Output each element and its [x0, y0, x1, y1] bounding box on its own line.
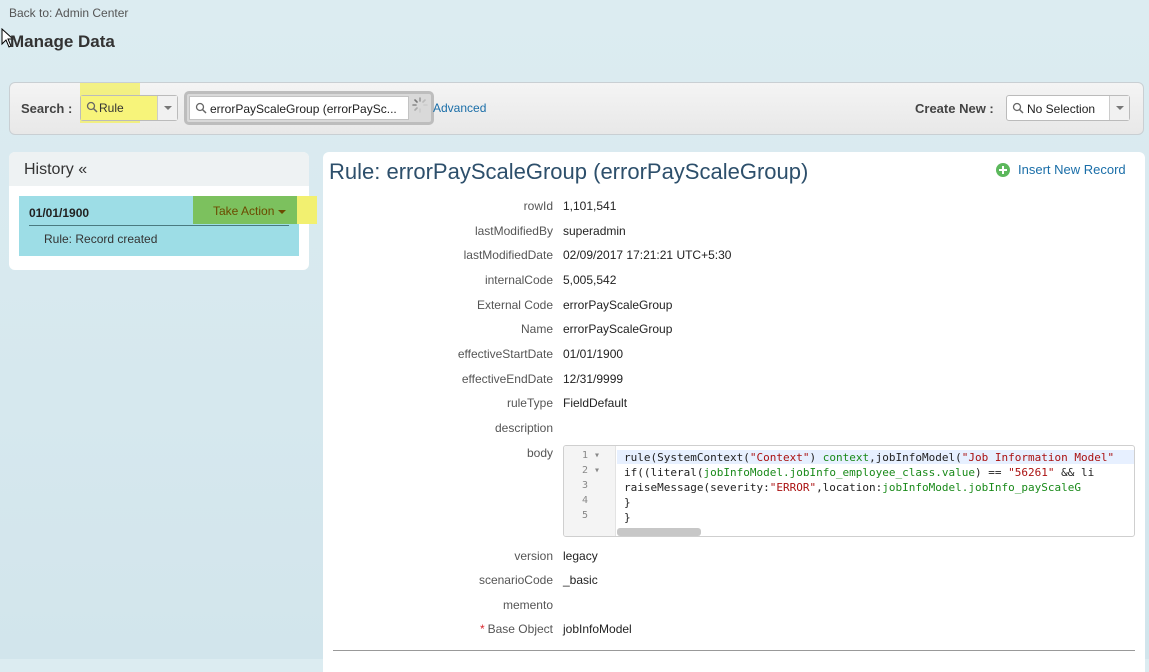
- page-title: Manage Data: [10, 32, 115, 51]
- record-search-value: errorPayScaleGroup (errorPaySc...: [210, 102, 397, 116]
- field-label-version: version: [514, 549, 553, 563]
- object-type-select[interactable]: Rule: [80, 95, 178, 121]
- field-value-baseobject: jobInfoModel: [563, 622, 632, 636]
- create-new-value: No Selection: [1027, 102, 1096, 116]
- field-value-effectivestartdate: 01/01/1900: [563, 347, 624, 361]
- insert-new-record-label: Insert New Record: [1018, 162, 1126, 177]
- history-header: History «: [9, 152, 309, 186]
- field-label-effectiveenddate: effectiveEndDate: [461, 372, 553, 386]
- record-search-input[interactable]: errorPayScaleGroup (errorPaySc...: [189, 96, 409, 120]
- code-line: rule(SystemContext("Context") context,jo…: [624, 451, 1115, 464]
- field-label-lastmodifiedby: lastModifiedBy: [474, 224, 553, 238]
- search-icon: [86, 101, 98, 113]
- search-icon: [195, 102, 207, 114]
- horizontal-scrollbar-thumb[interactable]: [617, 528, 701, 536]
- field-label-memento: memento: [502, 598, 553, 612]
- line-number: 5: [582, 510, 589, 521]
- history-title-collapse-toggle[interactable]: History «: [24, 161, 87, 179]
- rule-body-code-editor[interactable]: 1 ▾ 2 ▾ 3 4 5 rule(SystemContext("Contex…: [563, 445, 1135, 537]
- field-label-lastmodifieddate: lastModifiedDate: [463, 248, 553, 262]
- record-title: Rule: errorPayScaleGroup (errorPayScaleG…: [329, 159, 809, 184]
- history-entry[interactable]: 01/01/1900 Take Action Rule: Record crea…: [19, 196, 299, 256]
- create-new-label: Create New :: [915, 101, 994, 116]
- caret-down-icon: [278, 209, 287, 214]
- history-entry-divider: [29, 225, 289, 226]
- code-line: }: [624, 511, 631, 524]
- section-divider: [333, 650, 1135, 651]
- field-value-externalcode: errorPayScaleGroup: [563, 298, 673, 312]
- insert-new-record-button[interactable]: Insert New Record: [996, 162, 1126, 177]
- field-value-name: errorPayScaleGroup: [563, 322, 673, 336]
- chevron-down-icon[interactable]: [157, 96, 177, 120]
- object-type-value: Rule: [99, 101, 124, 115]
- field-value-internalcode: 5,005,542: [563, 273, 617, 287]
- field-value-rowid: 1,101,541: [563, 199, 617, 213]
- line-number: 1 ▾: [582, 450, 601, 461]
- take-action-highlight: [297, 196, 317, 224]
- line-number: 4: [582, 495, 589, 506]
- field-value-lastmodifieddate: 02/09/2017 17:21:21 UTC+5:30: [563, 248, 732, 262]
- advanced-search-link[interactable]: Advanced: [433, 101, 486, 115]
- create-new-select[interactable]: No Selection: [1006, 95, 1130, 121]
- search-icon: [1012, 102, 1024, 114]
- line-number: 3: [582, 480, 589, 491]
- record-detail-panel: Rule: errorPayScaleGroup (errorPayScaleG…: [323, 152, 1145, 672]
- history-panel: History « 01/01/1900 Take Action Rule: R…: [9, 152, 317, 270]
- code-line: }: [624, 496, 631, 509]
- search-bar: Search : Rule errorPayScaleGroup (errorP…: [9, 82, 1144, 135]
- loading-spinner-icon: [412, 97, 428, 113]
- field-label-rowid: rowId: [523, 199, 553, 213]
- field-label-baseobject: * Base Object: [479, 622, 553, 636]
- field-label-description: description: [494, 421, 553, 435]
- plus-circle-icon: [996, 162, 1010, 177]
- field-label-externalcode: External Code: [476, 298, 553, 312]
- take-action-label: Take Action: [213, 204, 275, 218]
- code-line: raiseMessage(severity:"ERROR",location:j…: [624, 481, 1081, 494]
- line-number: 2 ▾: [582, 465, 601, 476]
- field-label-ruletype: ruleType: [506, 396, 553, 410]
- history-entry-date: 01/01/1900: [29, 206, 90, 220]
- back-to-admin-center-link[interactable]: Back to: Admin Center: [9, 6, 128, 20]
- history-entry-description: Rule: Record created: [44, 232, 158, 246]
- field-label-body: body: [526, 446, 553, 460]
- code-gutter: 1 ▾ 2 ▾ 3 4 5: [564, 446, 616, 536]
- take-action-button[interactable]: Take Action: [193, 196, 297, 224]
- field-value-version: legacy: [563, 549, 598, 563]
- record-search-wrapper: errorPayScaleGroup (errorPaySc...: [184, 91, 434, 125]
- chevron-down-icon[interactable]: [1109, 96, 1129, 120]
- code-line: if((literal(jobInfoModel.jobInfo_employe…: [624, 466, 1095, 479]
- field-value-ruletype: FieldDefault: [563, 396, 628, 410]
- field-value-lastmodifiedby: superadmin: [563, 224, 626, 238]
- required-marker: *: [479, 622, 485, 636]
- field-label-effectivestartdate: effectiveStartDate: [457, 347, 553, 361]
- field-label-scenariocode: scenarioCode: [478, 573, 553, 587]
- field-value-scenariocode: _basic: [563, 573, 598, 587]
- field-label-name: Name: [520, 322, 553, 336]
- search-label: Search :: [21, 101, 73, 116]
- field-label-internalcode: internalCode: [484, 273, 553, 287]
- field-value-effectiveenddate: 12/31/9999: [563, 372, 624, 386]
